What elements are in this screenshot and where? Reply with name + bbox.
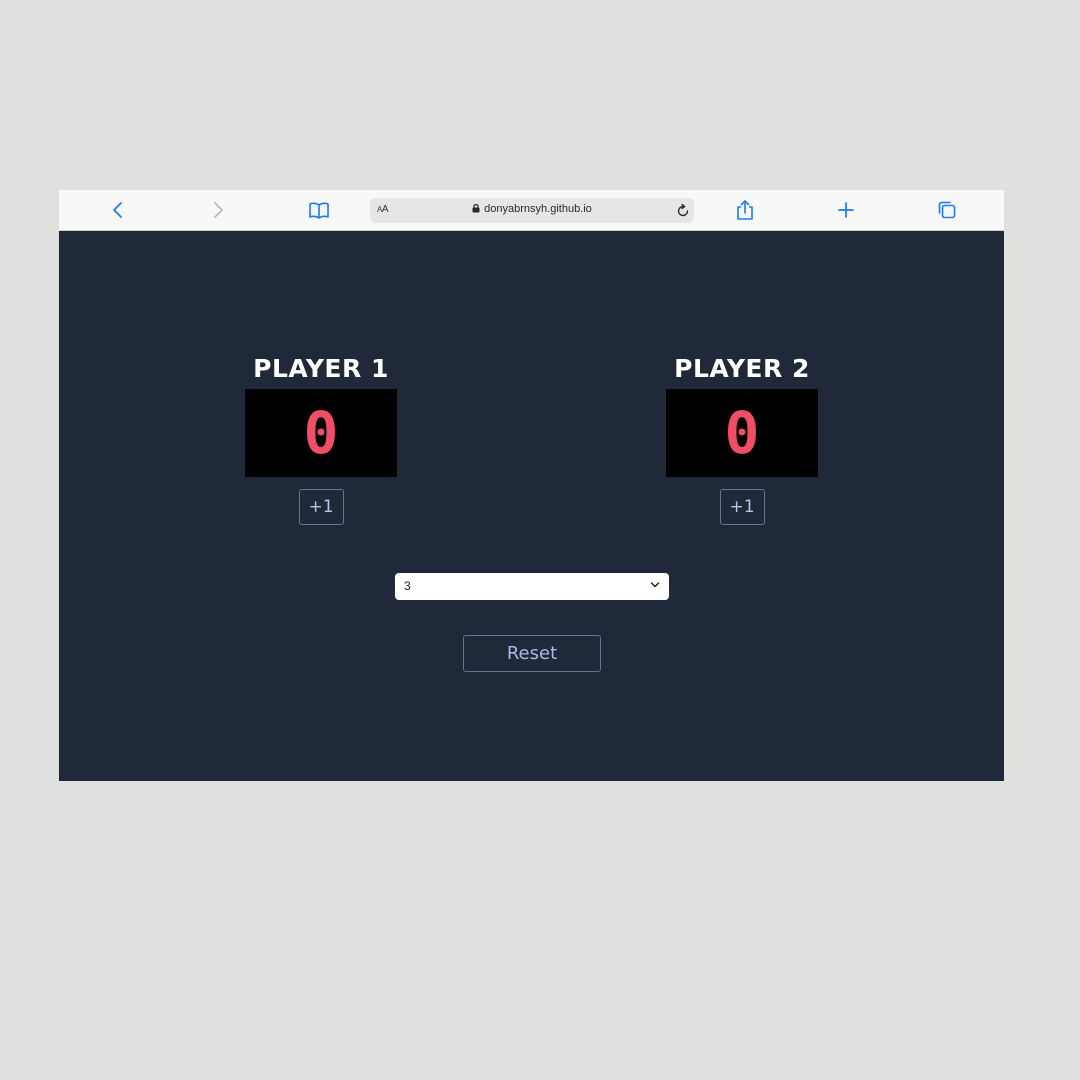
- chevron-left-icon: [113, 202, 122, 218]
- player-2-score-display: 0: [666, 389, 818, 477]
- browser-toolbar: AA donyabrnsyh.github.io: [59, 190, 1004, 231]
- plus-icon: [838, 202, 854, 218]
- player-1-panel: PLAYER 1 0 +1: [245, 349, 397, 525]
- forward-button[interactable]: [207, 199, 229, 221]
- player-1-name: PLAYER 1: [253, 354, 389, 383]
- player-1-score-display: 0: [245, 389, 397, 477]
- reset-button[interactable]: Reset: [463, 635, 601, 672]
- reload-icon: [677, 203, 689, 217]
- bookmarks-button[interactable]: [308, 199, 330, 221]
- new-tab-button[interactable]: [835, 199, 857, 221]
- device-screen: AA donyabrnsyh.github.io PLAYER 1 0 +1 P…: [59, 190, 1004, 781]
- chevron-right-icon: [214, 202, 223, 218]
- url-text: donyabrnsyh.github.io: [484, 203, 592, 215]
- player-1-add-point-button[interactable]: +1: [298, 489, 344, 525]
- player-2-name: PLAYER 2: [674, 354, 810, 383]
- playing-to-value: 3: [404, 579, 411, 593]
- share-button[interactable]: [734, 199, 756, 221]
- player-2-panel: PLAYER 2 0 +1: [666, 349, 818, 525]
- playing-to-select[interactable]: 3: [395, 573, 669, 600]
- reload-button[interactable]: [676, 203, 690, 222]
- address-bar[interactable]: AA donyabrnsyh.github.io: [370, 198, 694, 223]
- chevron-down-icon: [650, 582, 660, 588]
- player-2-add-point-button[interactable]: +1: [719, 489, 765, 525]
- player-2-score: 0: [724, 399, 760, 467]
- book-icon: [309, 202, 329, 219]
- lock-icon: [472, 204, 480, 213]
- url-display[interactable]: donyabrnsyh.github.io: [370, 203, 694, 215]
- back-button[interactable]: [107, 199, 129, 221]
- share-icon: [737, 200, 753, 220]
- tabs-icon: [938, 201, 956, 219]
- tabs-button[interactable]: [936, 199, 958, 221]
- player-1-score: 0: [303, 399, 339, 467]
